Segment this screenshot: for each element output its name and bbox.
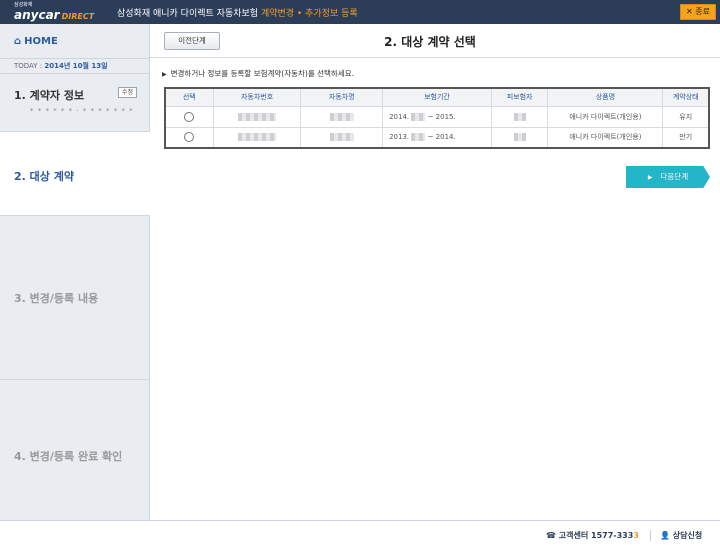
masked-car-name [329,133,354,142]
cs-label: 고객센터 [558,531,589,540]
today-bar: TODAY : 2014년 10월 13일 [0,58,150,74]
table-row[interactable]: 2014. ~ 2015. 애니카 다이렉트(개인용) 유지 [164,105,710,128]
step-4-label: 4. 변경/등록 완료 확인 [14,450,123,463]
step-2-label: 2. 대상 계약 [14,170,74,183]
home-label: HOME [24,36,58,47]
col-header-product: 상품명 [547,87,664,107]
close-label: 종료 [695,7,710,16]
contract-status: 유지 [662,105,710,128]
product-name: 애니카 다이렉트(개인용) [547,126,664,149]
period-start: 2013. [389,133,410,142]
today-label: TODAY : [14,62,43,70]
edit-button[interactable]: 수정 [118,87,138,98]
masked-insured [513,133,526,142]
logo-brand-sub: DIRECT [61,12,95,21]
bullet-triangle-icon: ▶ [162,71,167,78]
customer-center: ☎ 고객센터 1577-3333 [546,530,639,541]
contract-table: 선택 자동차번호 자동차명 보험기간 피보험자 상품명 계약상태 2014. ~… [164,87,710,149]
consult-label: 상담신청 [672,531,703,540]
masked-insured [513,112,526,121]
main-topbar: 이전단계 2. 대상 계약 선택 [150,24,720,58]
next-step-label: 다음단계 [660,172,689,181]
cs-number: 1577-3333 [591,531,639,540]
step-3-change-content: 3. 변경/등록 내용 [0,216,150,380]
period-start: 2014. [389,112,410,121]
select-radio[interactable] [184,132,195,143]
header-title-main: 삼성화재 애니카 다이렉트 자동차보험 [117,9,259,19]
masked-period [411,112,426,121]
step-4-confirm: 4. 변경/등록 완료 확인 [0,380,150,520]
step-2-target-contract: 2. 대상 계약 [0,132,150,216]
anycar-logo: 삼성화재 anycar DIRECT [14,2,94,24]
consult-request-link[interactable]: 👤 상담신청 [660,530,702,541]
today-date: 2014년 10월 13일 [44,62,108,70]
cs-number-last: 3 [633,531,639,540]
col-header-select: 선택 [164,87,214,107]
footer-divider [650,530,651,541]
table-header-row: 선택 자동차번호 자동차명 보험기간 피보험자 상품명 계약상태 [164,87,710,107]
table-row[interactable]: 2013. ~ 2014. 애니카 다이렉트(개인용) 만기 [164,126,710,149]
period-end: ~ 2015. [427,112,456,121]
next-step-button[interactable]: ▶ 다음단계 [626,166,710,188]
masked-car-number [238,112,277,121]
page-title: 2. 대상 계약 선택 [384,35,476,49]
cs-number-main: 1577-333 [591,531,634,540]
close-button[interactable]: ✕ 종료 [680,4,716,20]
col-header-status: 계약상태 [662,87,710,107]
contract-status: 만기 [662,126,710,149]
sidebar: ⌂ HOME TODAY : 2014년 10월 13일 1. 계약자 정보 수정… [0,24,150,520]
masked-car-number [238,133,277,142]
footer: ☎ 고객센터 1577-3333 👤 상담신청 [0,520,720,548]
masked-car-name [329,112,354,121]
instruction-label: 변경하거나 정보를 등록할 보험계약(자동차)를 선택하세요. [170,69,354,78]
header-title: 삼성화재 애니카 다이렉트 자동차보험 계약변경 • 추가정보 등록 [117,6,358,19]
instruction-text: ▶ 변경하거나 정보를 등록할 보험계약(자동차)를 선택하세요. [162,68,354,79]
close-icon: ✕ [686,7,693,16]
select-radio[interactable] [184,111,195,122]
phone-icon: ☎ [546,531,556,540]
step-3-label: 3. 변경/등록 내용 [14,292,99,305]
app-header: 삼성화재 anycar DIRECT 삼성화재 애니카 다이렉트 자동차보험 계약… [0,0,720,24]
person-icon: 👤 [660,531,670,540]
masked-period [411,133,426,142]
main-content: 이전단계 2. 대상 계약 선택 ▶ 변경하거나 정보를 등록할 보험계약(자동차… [150,24,720,520]
masked-contractor-id: * * * * * * · * * * * * * * [30,107,134,115]
step-1-label: 1. 계약자 정보 [14,89,85,102]
home-icon: ⌂ [14,36,22,47]
col-header-period: 보험기간 [382,87,492,107]
col-header-car-number: 자동차번호 [212,87,302,107]
step-1-contractor-info: 1. 계약자 정보 수정 * * * * * * · * * * * * * * [0,74,150,132]
product-name: 애니카 다이렉트(개인용) [547,105,664,128]
logo-brand: anycar [14,8,60,22]
col-header-insured: 피보험자 [490,87,549,107]
play-arrow-icon: ▶ [647,174,653,181]
col-header-car-name: 자동차명 [300,87,384,107]
home-link[interactable]: ⌂ HOME [14,36,58,47]
header-subtitle: 계약변경 • 추가정보 등록 [260,9,358,19]
period-end: ~ 2014. [427,133,456,142]
